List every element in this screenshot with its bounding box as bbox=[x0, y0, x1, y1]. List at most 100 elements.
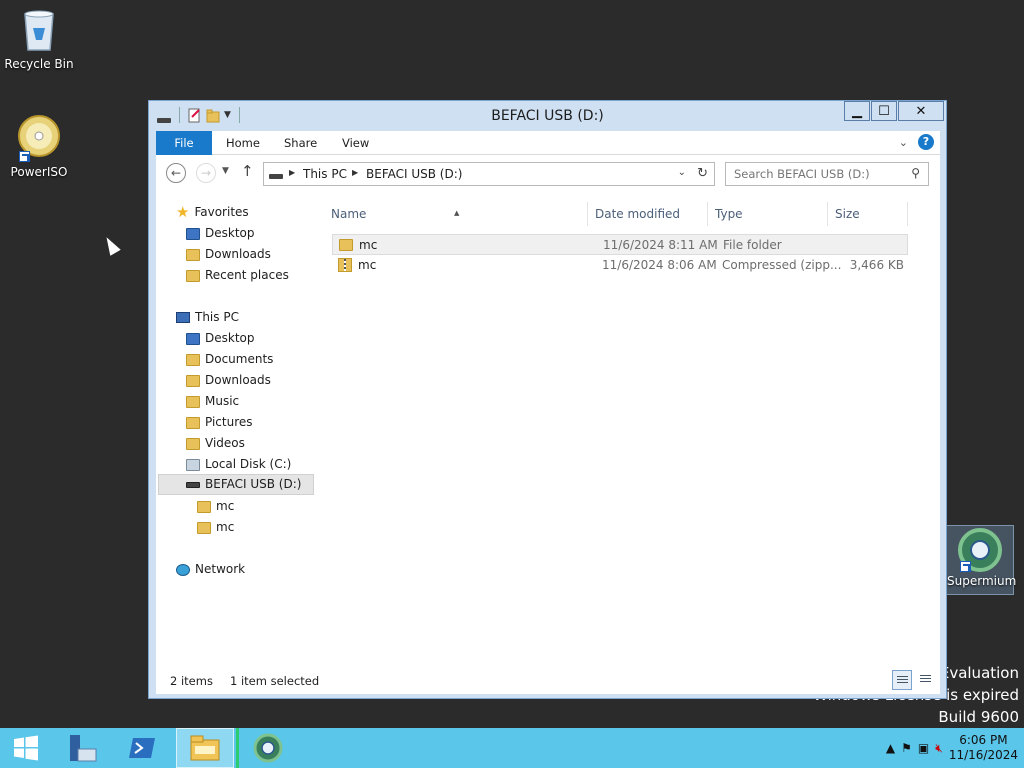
nav-item-label: mc bbox=[216, 520, 235, 534]
poweriso-shortcut[interactable]: PowerISO bbox=[1, 114, 77, 179]
shortcut-arrow-icon bbox=[960, 561, 971, 572]
tab-file[interactable]: File bbox=[156, 131, 212, 155]
nav-fav-desktop[interactable]: Desktop bbox=[186, 223, 255, 244]
search-input[interactable] bbox=[734, 167, 904, 181]
minimize-button[interactable]: ▁ bbox=[844, 101, 870, 121]
drive-icon bbox=[269, 174, 283, 179]
nav-fav-recent-places[interactable]: Recent places bbox=[186, 265, 289, 286]
close-button[interactable]: ✕ bbox=[898, 101, 944, 121]
file-name: mc bbox=[358, 258, 377, 272]
downloads-folder-icon bbox=[186, 374, 200, 387]
volume-muted-icon[interactable]: 🔇︎ bbox=[935, 741, 943, 756]
expand-ribbon-icon[interactable]: ⌄ bbox=[899, 136, 908, 149]
nav-pc-music[interactable]: Music bbox=[186, 391, 239, 412]
zip-folder-icon bbox=[197, 521, 211, 534]
column-type-label: Type bbox=[715, 207, 743, 221]
back-button[interactable]: ← bbox=[166, 163, 186, 183]
folder-icon bbox=[339, 239, 353, 251]
column-name-label: Name bbox=[331, 207, 367, 221]
title-bar[interactable]: ▼ BEFACI USB (D:) ▁ ☐ ✕ bbox=[149, 101, 946, 131]
search-box[interactable]: ⚲ bbox=[725, 162, 929, 186]
recycle-bin-shortcut[interactable]: Recycle Bin bbox=[1, 6, 77, 71]
breadcrumb-separator-icon[interactable]: ▶ bbox=[289, 168, 295, 177]
server-manager-button[interactable] bbox=[56, 728, 108, 768]
nav-item-label: Recent places bbox=[205, 268, 289, 282]
file-explorer-taskbar-button[interactable] bbox=[176, 728, 234, 768]
tab-share[interactable]: Share bbox=[284, 131, 317, 155]
tab-view[interactable]: View bbox=[342, 131, 369, 155]
clock-time: 6:06 PM bbox=[959, 733, 1008, 747]
sort-ascending-icon: ▲ bbox=[454, 209, 460, 217]
nav-usb-mc-zip[interactable]: mc bbox=[197, 517, 234, 538]
help-icon[interactable]: ? bbox=[918, 134, 934, 150]
selection-count: 1 item selected bbox=[230, 674, 320, 688]
content-area: ★ Favorites Desktop Downloads Recent pla… bbox=[156, 191, 940, 662]
nav-pc-befaci-usb[interactable]: BEFACI USB (D:) bbox=[158, 474, 314, 495]
address-dropdown-icon[interactable]: ⌄ bbox=[678, 167, 686, 178]
clock-date: 11/16/2024 bbox=[948, 748, 1018, 762]
breadcrumb-separator-icon[interactable]: ▶ bbox=[352, 168, 358, 177]
action-center-flag-icon[interactable]: ⚑ bbox=[901, 741, 912, 755]
search-icon: ⚲ bbox=[911, 166, 920, 180]
watermark-line-3: Build 9600 bbox=[938, 708, 1019, 726]
file-row[interactable]: mc 11/6/2024 8:06 AM Compressed (zipp...… bbox=[332, 255, 908, 276]
window-title: BEFACI USB (D:) bbox=[491, 108, 604, 124]
show-hidden-icons-icon[interactable]: ▲ bbox=[886, 741, 895, 755]
nav-pc-documents[interactable]: Documents bbox=[186, 349, 273, 370]
nav-pc-local-disk[interactable]: Local Disk (C:) bbox=[186, 454, 291, 475]
taskbar: ▲ ⚑ ▣ 🔇︎ 6:06 PM 11/16/2024 bbox=[0, 728, 1024, 768]
nav-item-label: Videos bbox=[205, 436, 245, 450]
supermium-shortcut[interactable]: Supermium bbox=[946, 525, 1016, 595]
nav-fav-downloads[interactable]: Downloads bbox=[186, 244, 271, 265]
file-type: Compressed (zipp... bbox=[722, 258, 842, 272]
details-view-button[interactable] bbox=[892, 670, 912, 690]
file-explorer-window: ▼ BEFACI USB (D:) ▁ ☐ ✕ File Home Share … bbox=[148, 100, 947, 699]
item-count: 2 items bbox=[170, 674, 213, 688]
file-row[interactable]: mc 11/6/2024 8:11 AM File folder bbox=[332, 234, 908, 255]
nav-item-label: Local Disk (C:) bbox=[205, 457, 292, 471]
breadcrumb-this-pc[interactable]: This PC bbox=[303, 167, 347, 181]
nav-pc-desktop[interactable]: Desktop bbox=[186, 328, 255, 349]
refresh-icon[interactable]: ↻ bbox=[697, 166, 708, 181]
nav-this-pc[interactable]: This PC bbox=[176, 307, 239, 328]
usb-drive-icon bbox=[186, 481, 200, 488]
nav-pc-videos[interactable]: Videos bbox=[186, 433, 245, 454]
nav-item-label: Downloads bbox=[205, 373, 271, 387]
network-status-icon[interactable]: ▣ bbox=[918, 741, 929, 755]
recent-places-icon bbox=[186, 269, 200, 282]
nav-favorites-label: Favorites bbox=[194, 205, 249, 219]
nav-pc-pictures[interactable]: Pictures bbox=[186, 412, 253, 433]
nav-usb-mc-folder[interactable]: mc bbox=[197, 496, 234, 517]
column-date-label: Date modified bbox=[595, 207, 681, 221]
supermium-taskbar-button[interactable] bbox=[236, 728, 296, 768]
column-header-type[interactable]: Type bbox=[708, 202, 828, 226]
nav-item-label: Desktop bbox=[205, 226, 255, 240]
nav-item-label: BEFACI USB (D:) bbox=[205, 477, 302, 491]
column-header-date[interactable]: Date modified bbox=[588, 202, 708, 226]
recent-locations-icon[interactable]: ▼ bbox=[222, 166, 229, 176]
nav-item-label: Documents bbox=[205, 352, 274, 366]
file-date: 11/6/2024 8:06 AM bbox=[602, 258, 717, 272]
tab-home[interactable]: Home bbox=[226, 131, 260, 155]
nav-this-pc-label: This PC bbox=[195, 310, 239, 324]
address-bar[interactable]: ▶ This PC ▶ BEFACI USB (D:) ⌄ ↻ bbox=[263, 162, 715, 186]
column-header-name[interactable]: ▲ Name bbox=[324, 202, 588, 226]
nav-favorites[interactable]: ★ Favorites bbox=[176, 202, 249, 223]
large-icons-view-button[interactable] bbox=[916, 670, 936, 690]
up-arrow-icon[interactable]: ↑ bbox=[241, 162, 254, 180]
powershell-button[interactable] bbox=[116, 728, 168, 768]
start-button[interactable] bbox=[0, 728, 52, 768]
forward-button[interactable]: → bbox=[196, 163, 216, 183]
maximize-button[interactable]: ☐ bbox=[871, 101, 897, 121]
nav-network-label: Network bbox=[195, 562, 246, 576]
clock[interactable]: 6:06 PM 11/16/2024 bbox=[949, 733, 1018, 763]
file-name: mc bbox=[359, 238, 378, 252]
column-header-size[interactable]: Size bbox=[828, 202, 908, 226]
local-disk-icon bbox=[186, 458, 200, 471]
nav-pc-downloads[interactable]: Downloads bbox=[186, 370, 271, 391]
server-manager-icon bbox=[70, 735, 97, 762]
breadcrumb-befaci-usb[interactable]: BEFACI USB (D:) bbox=[366, 167, 462, 181]
nav-network[interactable]: Network bbox=[176, 559, 245, 580]
powershell-icon bbox=[129, 738, 155, 758]
column-size-label: Size bbox=[835, 207, 860, 221]
